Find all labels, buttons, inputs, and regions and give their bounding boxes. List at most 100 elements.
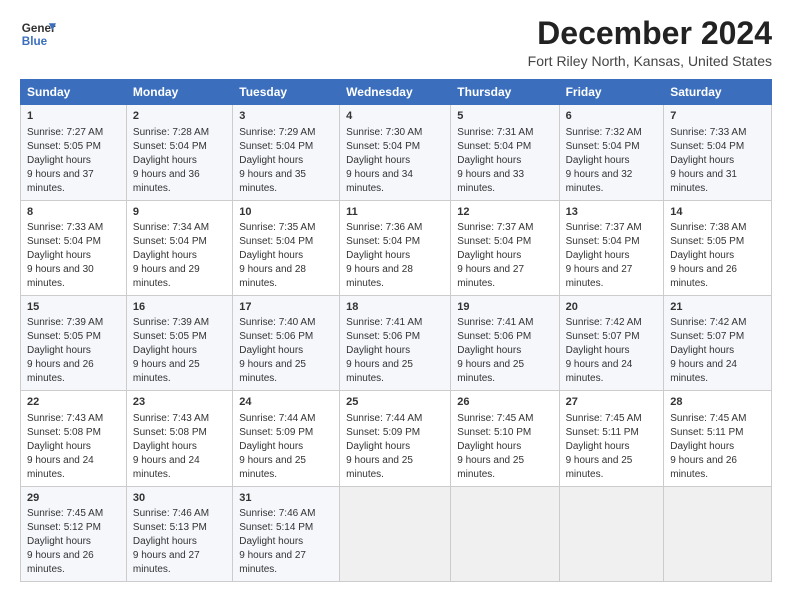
daylight-label: Daylight hours — [239, 441, 303, 452]
day-number: 21 — [670, 300, 765, 315]
sunrise-label: Sunrise: 7:33 AM — [27, 222, 103, 233]
day-number: 25 — [346, 395, 444, 410]
sunset-label: Sunset: 5:04 PM — [346, 141, 420, 152]
daylight-value: 9 hours and 27 minutes. — [133, 550, 200, 575]
calendar-cell: 26 Sunrise: 7:45 AM Sunset: 5:10 PM Dayl… — [451, 391, 559, 486]
sunset-label: Sunset: 5:04 PM — [566, 236, 640, 247]
calendar-row-3: 15 Sunrise: 7:39 AM Sunset: 5:05 PM Dayl… — [21, 295, 772, 390]
main-title: December 2024 — [528, 16, 772, 51]
daylight-label: Daylight hours — [133, 536, 197, 547]
daylight-value: 9 hours and 29 minutes. — [133, 264, 200, 289]
sunrise-label: Sunrise: 7:37 AM — [566, 222, 642, 233]
day-number: 24 — [239, 395, 333, 410]
day-number: 10 — [239, 205, 333, 220]
subtitle: Fort Riley North, Kansas, United States — [528, 53, 772, 69]
sunrise-label: Sunrise: 7:41 AM — [346, 317, 422, 328]
sunrise-label: Sunrise: 7:45 AM — [457, 413, 533, 424]
daylight-value: 9 hours and 36 minutes. — [133, 169, 200, 194]
calendar-cell: 9 Sunrise: 7:34 AM Sunset: 5:04 PM Dayli… — [126, 200, 232, 295]
daylight-value: 9 hours and 26 minutes. — [27, 359, 94, 384]
calendar-cell: 11 Sunrise: 7:36 AM Sunset: 5:04 PM Dayl… — [340, 200, 451, 295]
day-number: 26 — [457, 395, 552, 410]
calendar-cell — [559, 486, 664, 581]
sunset-label: Sunset: 5:05 PM — [27, 331, 101, 342]
day-number: 13 — [566, 205, 658, 220]
calendar-cell: 1 Sunrise: 7:27 AM Sunset: 5:05 PM Dayli… — [21, 105, 127, 200]
daylight-label: Daylight hours — [670, 250, 734, 261]
daylight-value: 9 hours and 25 minutes. — [133, 359, 200, 384]
sunrise-label: Sunrise: 7:44 AM — [346, 413, 422, 424]
daylight-label: Daylight hours — [457, 155, 521, 166]
col-monday: Monday — [126, 80, 232, 105]
sunset-label: Sunset: 5:12 PM — [27, 522, 101, 533]
sunset-label: Sunset: 5:05 PM — [133, 331, 207, 342]
daylight-label: Daylight hours — [346, 155, 410, 166]
sunrise-label: Sunrise: 7:36 AM — [346, 222, 422, 233]
daylight-label: Daylight hours — [27, 536, 91, 547]
calendar-cell: 21 Sunrise: 7:42 AM Sunset: 5:07 PM Dayl… — [664, 295, 772, 390]
calendar-cell: 25 Sunrise: 7:44 AM Sunset: 5:09 PM Dayl… — [340, 391, 451, 486]
daylight-value: 9 hours and 28 minutes. — [346, 264, 413, 289]
daylight-value: 9 hours and 27 minutes. — [566, 264, 633, 289]
sunrise-label: Sunrise: 7:29 AM — [239, 127, 315, 138]
sunrise-label: Sunrise: 7:43 AM — [133, 413, 209, 424]
calendar-cell: 10 Sunrise: 7:35 AM Sunset: 5:04 PM Dayl… — [233, 200, 340, 295]
daylight-label: Daylight hours — [566, 155, 630, 166]
calendar-body: 1 Sunrise: 7:27 AM Sunset: 5:05 PM Dayli… — [21, 105, 772, 582]
day-number: 14 — [670, 205, 765, 220]
calendar-row-2: 8 Sunrise: 7:33 AM Sunset: 5:04 PM Dayli… — [21, 200, 772, 295]
day-number: 5 — [457, 109, 552, 124]
daylight-value: 9 hours and 24 minutes. — [670, 359, 737, 384]
daylight-label: Daylight hours — [346, 441, 410, 452]
sunrise-label: Sunrise: 7:45 AM — [670, 413, 746, 424]
sunset-label: Sunset: 5:04 PM — [457, 236, 531, 247]
daylight-value: 9 hours and 37 minutes. — [27, 169, 94, 194]
daylight-value: 9 hours and 24 minutes. — [133, 455, 200, 480]
sunset-label: Sunset: 5:04 PM — [133, 236, 207, 247]
sunset-label: Sunset: 5:06 PM — [457, 331, 531, 342]
sunrise-label: Sunrise: 7:45 AM — [566, 413, 642, 424]
calendar-row-4: 22 Sunrise: 7:43 AM Sunset: 5:08 PM Dayl… — [21, 391, 772, 486]
daylight-value: 9 hours and 28 minutes. — [239, 264, 306, 289]
calendar-cell: 2 Sunrise: 7:28 AM Sunset: 5:04 PM Dayli… — [126, 105, 232, 200]
calendar-cell: 5 Sunrise: 7:31 AM Sunset: 5:04 PM Dayli… — [451, 105, 559, 200]
sunrise-label: Sunrise: 7:38 AM — [670, 222, 746, 233]
title-block: December 2024 Fort Riley North, Kansas, … — [528, 16, 772, 69]
calendar-cell: 3 Sunrise: 7:29 AM Sunset: 5:04 PM Dayli… — [233, 105, 340, 200]
calendar-cell: 24 Sunrise: 7:44 AM Sunset: 5:09 PM Dayl… — [233, 391, 340, 486]
daylight-label: Daylight hours — [566, 345, 630, 356]
calendar-cell: 22 Sunrise: 7:43 AM Sunset: 5:08 PM Dayl… — [21, 391, 127, 486]
calendar-cell: 29 Sunrise: 7:45 AM Sunset: 5:12 PM Dayl… — [21, 486, 127, 581]
day-number: 18 — [346, 300, 444, 315]
sunrise-label: Sunrise: 7:39 AM — [133, 317, 209, 328]
sunrise-label: Sunrise: 7:43 AM — [27, 413, 103, 424]
daylight-label: Daylight hours — [670, 155, 734, 166]
sunset-label: Sunset: 5:04 PM — [457, 141, 531, 152]
daylight-label: Daylight hours — [27, 155, 91, 166]
daylight-label: Daylight hours — [566, 441, 630, 452]
calendar-cell: 20 Sunrise: 7:42 AM Sunset: 5:07 PM Dayl… — [559, 295, 664, 390]
calendar-cell: 31 Sunrise: 7:46 AM Sunset: 5:14 PM Dayl… — [233, 486, 340, 581]
daylight-label: Daylight hours — [346, 345, 410, 356]
sunrise-label: Sunrise: 7:40 AM — [239, 317, 315, 328]
day-number: 7 — [670, 109, 765, 124]
daylight-value: 9 hours and 25 minutes. — [346, 455, 413, 480]
daylight-label: Daylight hours — [457, 345, 521, 356]
sunrise-label: Sunrise: 7:45 AM — [27, 508, 103, 519]
logo: General Blue — [20, 16, 56, 52]
day-number: 31 — [239, 491, 333, 506]
day-number: 8 — [27, 205, 120, 220]
col-saturday: Saturday — [664, 80, 772, 105]
sunrise-label: Sunrise: 7:44 AM — [239, 413, 315, 424]
daylight-label: Daylight hours — [457, 250, 521, 261]
day-number: 11 — [346, 205, 444, 220]
day-number: 28 — [670, 395, 765, 410]
daylight-label: Daylight hours — [346, 250, 410, 261]
daylight-value: 9 hours and 27 minutes. — [239, 550, 306, 575]
day-number: 6 — [566, 109, 658, 124]
calendar-cell: 15 Sunrise: 7:39 AM Sunset: 5:05 PM Dayl… — [21, 295, 127, 390]
day-number: 9 — [133, 205, 226, 220]
sunset-label: Sunset: 5:08 PM — [133, 427, 207, 438]
calendar-cell: 23 Sunrise: 7:43 AM Sunset: 5:08 PM Dayl… — [126, 391, 232, 486]
header-row: Sunday Monday Tuesday Wednesday Thursday… — [21, 80, 772, 105]
